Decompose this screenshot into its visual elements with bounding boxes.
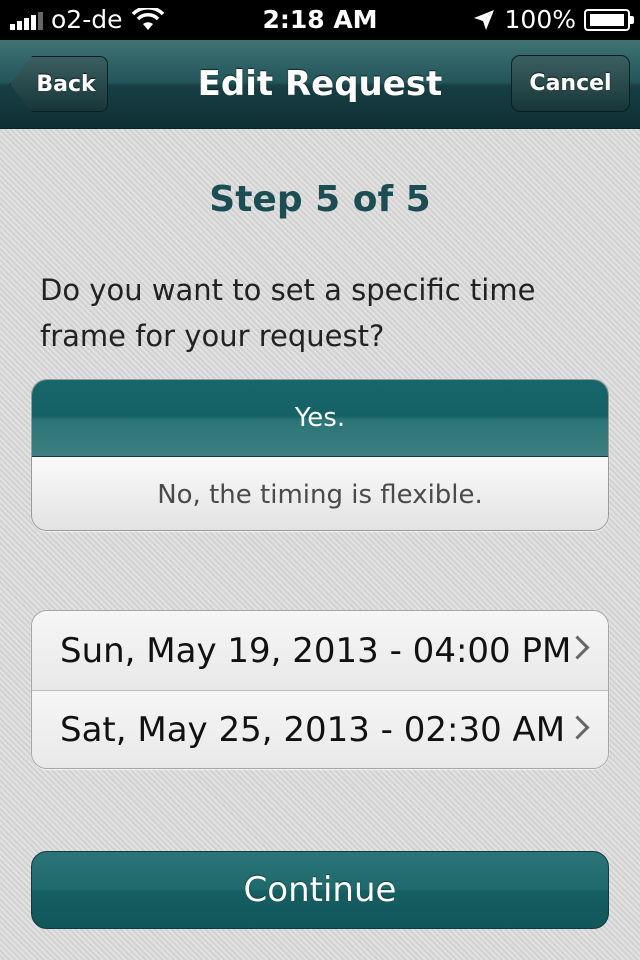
cancel-button[interactable]: Cancel [511, 55, 630, 112]
end-date-label: Sat, May 25, 2013 - 02:30 AM [60, 710, 566, 750]
option-no-button[interactable]: No, the timing is flexible. [32, 457, 608, 530]
option-yes-button[interactable]: Yes. [32, 380, 608, 457]
start-date-label: Sun, May 19, 2013 - 04:00 PM [60, 630, 572, 671]
chevron-right-icon [565, 715, 590, 740]
start-date-row[interactable]: Sun, May 19, 2013 - 04:00 PM [32, 611, 608, 690]
end-date-row[interactable]: Sat, May 25, 2013 - 02:30 AM [32, 690, 608, 768]
timeframe-choice: Yes. No, the timing is flexible. [31, 379, 609, 531]
location-arrow-icon [473, 9, 494, 30]
question-text: Do you want to set a specific time frame… [40, 273, 536, 353]
content-area: Step 5 of 5 Do you want to set a specifi… [0, 129, 640, 960]
step-indicator: Step 5 of 5 [209, 179, 431, 220]
battery-charging-icon [584, 8, 634, 31]
status-bar: o2-de 2:18 AM 100% [0, 0, 640, 40]
navigation-bar: Back Edit Request Cancel [0, 40, 640, 129]
battery-percent: 100% [504, 5, 576, 34]
date-list: Sun, May 19, 2013 - 04:00 PM Sat, May 25… [31, 610, 609, 769]
continue-button[interactable]: Continue [31, 851, 609, 929]
